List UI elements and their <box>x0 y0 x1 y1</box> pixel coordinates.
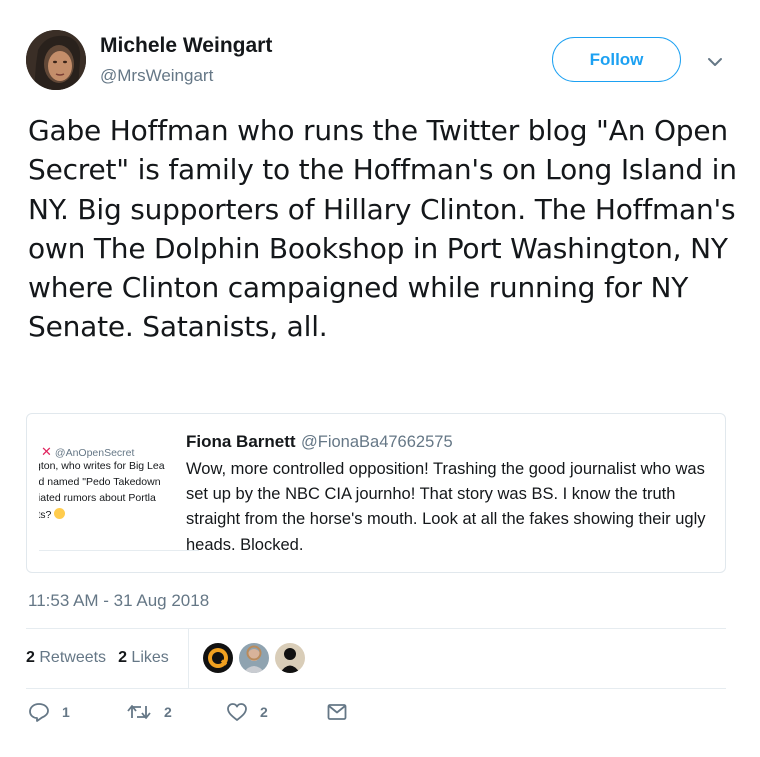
thumbnail-handle-text: @AnOpenSecret <box>54 447 135 459</box>
retweets-count: 2 <box>26 649 35 666</box>
retweets-stat[interactable]: 2 Retweets <box>26 649 106 667</box>
quoted-tweet-thumbnail: ✕ @AnOpenSecret gton, who writes for Big … <box>39 432 199 556</box>
like-count: 2 <box>260 704 268 720</box>
heart-icon <box>226 702 248 722</box>
liker-avatar[interactable] <box>239 643 269 673</box>
quoted-tweet-text: Wow, more controlled opposition! Trashin… <box>186 460 706 554</box>
divider <box>26 688 726 689</box>
thumbnail-divider <box>39 550 199 551</box>
likes-label: Likes <box>131 649 169 666</box>
retweet-icon <box>126 702 152 722</box>
tweet-stats: 2 Retweets 2 Likes <box>26 628 181 688</box>
tweet-actions: 1 2 2 <box>28 702 348 722</box>
likes-count: 2 <box>118 649 127 666</box>
author-name[interactable]: Michele Weingart <box>100 34 272 58</box>
follow-button[interactable]: Follow <box>552 37 681 82</box>
liker-avatar[interactable] <box>203 643 233 673</box>
likes-stat[interactable]: 2 Likes <box>118 649 169 667</box>
retweets-label: Retweets <box>39 649 107 666</box>
thumbnail-handle: ✕ @AnOpenSecret <box>41 444 134 460</box>
author-avatar[interactable] <box>26 30 86 90</box>
reply-count: 1 <box>62 704 70 720</box>
like-button[interactable]: 2 <box>226 702 326 722</box>
thumbnail-line: rd named "Pedo Takedown <box>39 476 161 488</box>
direct-message-button[interactable] <box>326 702 348 722</box>
tweet-text: Gabe Hoffman who runs the Twitter blog "… <box>28 114 737 344</box>
chevron-down-icon[interactable] <box>703 52 727 72</box>
thumbnail-line-text: its? <box>39 509 52 521</box>
message-icon <box>326 702 348 722</box>
reply-icon <box>28 702 50 722</box>
close-x-icon: ✕ <box>41 444 52 459</box>
thumbnail-line: tiated rumors about Portla <box>39 492 156 504</box>
retweet-count: 2 <box>164 704 172 720</box>
thumbnail-line: its? <box>39 508 66 521</box>
likers-avatars <box>203 643 311 673</box>
quoted-author-handle: @FionaBa47662575 <box>301 433 453 451</box>
quoted-tweet[interactable]: ✕ @AnOpenSecret gton, who writes for Big … <box>26 413 726 573</box>
author-handle[interactable]: @MrsWeingart <box>100 66 213 86</box>
reply-button[interactable]: 1 <box>28 702 126 722</box>
stats-separator <box>188 628 189 688</box>
thumbnail-line: gton, who writes for Big Lea <box>39 460 165 472</box>
quoted-author-name: Fiona Barnett <box>186 432 296 451</box>
tweet-timestamp[interactable]: 11:53 AM - 31 Aug 2018 <box>28 591 209 611</box>
retweet-button[interactable]: 2 <box>126 702 226 722</box>
thinking-emoji-icon <box>54 508 66 519</box>
liker-avatar[interactable] <box>275 643 305 673</box>
